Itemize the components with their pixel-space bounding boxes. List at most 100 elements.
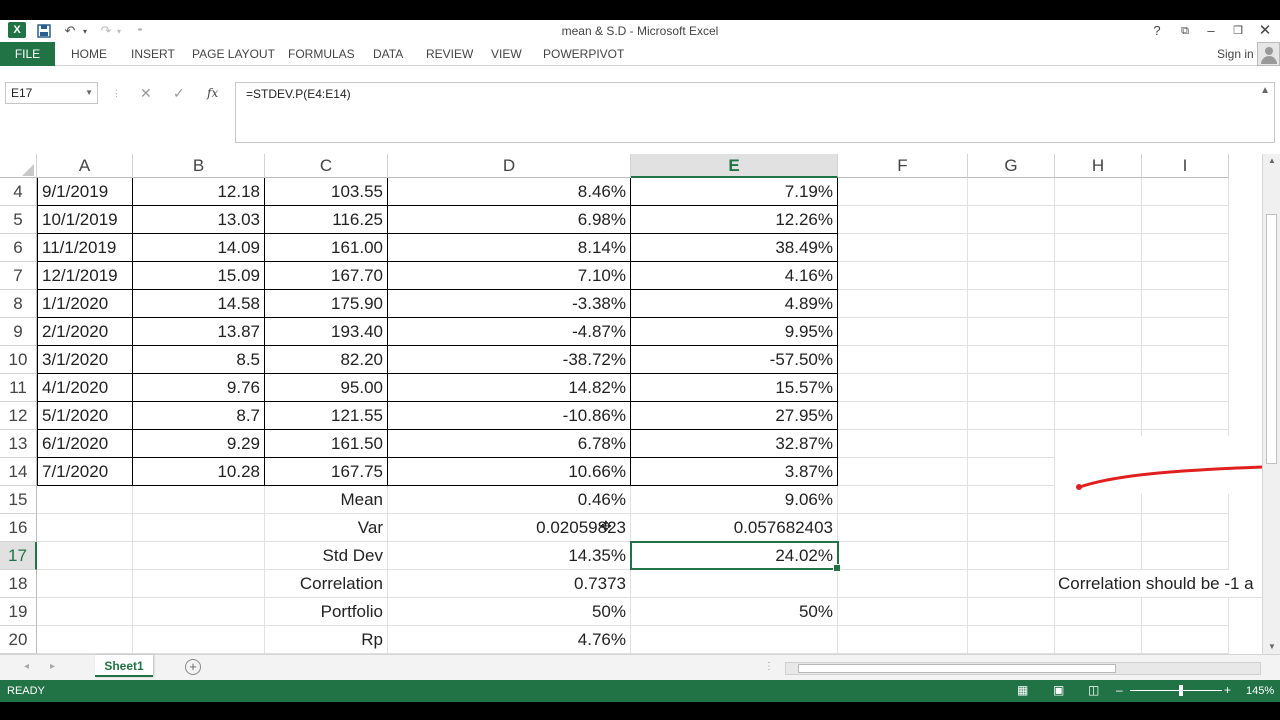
cell-c7[interactable]: 167.70 — [265, 262, 388, 290]
restore-icon[interactable]: ❐ — [1227, 21, 1249, 41]
cell-i5[interactable] — [1142, 206, 1229, 234]
cell-a18[interactable] — [37, 570, 133, 598]
cell-d6[interactable]: 8.14% — [388, 234, 631, 262]
row-header-4[interactable]: 4 — [0, 178, 37, 206]
cell-h8[interactable] — [1055, 290, 1142, 318]
row-header-20[interactable]: 20 — [0, 626, 37, 654]
cell-b9[interactable]: 13.87 — [133, 318, 265, 346]
cell-b18[interactable] — [133, 570, 265, 598]
cell-d18[interactable]: 0.7373 — [388, 570, 631, 598]
cell-f8[interactable] — [838, 290, 968, 318]
cell-f7[interactable] — [838, 262, 968, 290]
cell-a10[interactable]: 3/1/2020 — [37, 346, 133, 374]
cancel-icon[interactable]: ✕ — [140, 82, 152, 104]
cell-f19[interactable] — [838, 598, 968, 626]
cell-i17[interactable] — [1142, 542, 1229, 570]
cell-d12[interactable]: -10.86% — [388, 402, 631, 430]
cell-b12[interactable]: 8.7 — [133, 402, 265, 430]
cell-d5[interactable]: 6.98% — [388, 206, 631, 234]
cell-f14[interactable] — [838, 458, 968, 486]
tab-split-grip-icon[interactable]: ⋮ — [764, 661, 774, 672]
cell-a8[interactable]: 1/1/2020 — [37, 290, 133, 318]
cell-d4[interactable]: 8.46% — [388, 178, 631, 206]
scroll-down-icon[interactable]: ▼ — [1263, 642, 1280, 651]
cell-a5[interactable]: 10/1/2019 — [37, 206, 133, 234]
cell-h19[interactable] — [1055, 598, 1142, 626]
row-header-12[interactable]: 12 — [0, 402, 37, 430]
cell-a19[interactable] — [37, 598, 133, 626]
cell-g8[interactable] — [968, 290, 1055, 318]
cell-c6[interactable]: 161.00 — [265, 234, 388, 262]
cell-i20[interactable] — [1142, 626, 1229, 654]
page-break-view-icon[interactable]: ◫ — [1088, 683, 1099, 697]
cell-f20[interactable] — [838, 626, 968, 654]
cell-c13[interactable]: 161.50 — [265, 430, 388, 458]
cell-f15[interactable] — [838, 486, 968, 514]
cell-d20[interactable]: 4.76% — [388, 626, 631, 654]
cell-d7[interactable]: 7.10% — [388, 262, 631, 290]
cell-c19[interactable]: Portfolio — [265, 598, 388, 626]
sheet-tab-sheet1[interactable]: Sheet1 — [95, 655, 153, 677]
cell-c12[interactable]: 121.55 — [265, 402, 388, 430]
zoom-in-icon[interactable]: + — [1224, 683, 1231, 697]
cell-g18[interactable] — [968, 570, 1055, 598]
cell-f5[interactable] — [838, 206, 968, 234]
cell-g12[interactable] — [968, 402, 1055, 430]
cell-h9[interactable] — [1055, 318, 1142, 346]
cell-b14[interactable]: 10.28 — [133, 458, 265, 486]
cell-i11[interactable] — [1142, 374, 1229, 402]
cell-e5[interactable]: 12.26% — [631, 206, 838, 234]
cell-f13[interactable] — [838, 430, 968, 458]
cell-f10[interactable] — [838, 346, 968, 374]
avatar-icon[interactable] — [1257, 42, 1280, 66]
cell-d15[interactable]: 0.46% — [388, 486, 631, 514]
tab-formulas[interactable]: FORMULAS — [288, 47, 355, 61]
cell-e19[interactable]: 50% — [631, 598, 838, 626]
tab-view[interactable]: VIEW — [491, 47, 522, 61]
cell-e18[interactable] — [631, 570, 838, 598]
tab-page-layout[interactable]: PAGE LAYOUT — [192, 47, 275, 61]
row-header-7[interactable]: 7 — [0, 262, 37, 290]
tab-home[interactable]: HOME — [71, 47, 107, 61]
cell-a13[interactable]: 6/1/2020 — [37, 430, 133, 458]
cell-b10[interactable]: 8.5 — [133, 346, 265, 374]
cell-e15[interactable]: 9.06% — [631, 486, 838, 514]
cell-a7[interactable]: 12/1/2019 — [37, 262, 133, 290]
tab-review[interactable]: REVIEW — [426, 47, 473, 61]
formula-input[interactable]: =STDEV.P(E4:E14) ▲ — [235, 82, 1275, 143]
add-sheet-icon[interactable]: + — [185, 659, 201, 675]
zoom-slider-knob[interactable] — [1179, 685, 1183, 696]
cell-d8[interactable]: -3.38% — [388, 290, 631, 318]
cell-d19[interactable]: 50% — [388, 598, 631, 626]
cell-h18[interactable]: Correlation should be -1 a — [1055, 570, 1262, 598]
sign-in-link[interactable]: Sign in — [1217, 47, 1254, 61]
tab-data[interactable]: DATA — [373, 47, 403, 61]
row-header-6[interactable]: 6 — [0, 234, 37, 262]
cell-e16[interactable]: 0.057682403 — [631, 514, 838, 542]
cell-e20[interactable] — [631, 626, 838, 654]
cell-e10[interactable]: -57.50% — [631, 346, 838, 374]
row-header-16[interactable]: 16 — [0, 514, 37, 542]
next-sheet-icon[interactable]: ▸ — [50, 661, 55, 672]
cell-h7[interactable] — [1055, 262, 1142, 290]
zoom-level[interactable]: 145% — [1246, 685, 1274, 697]
cell-c17[interactable]: Std Dev — [265, 542, 388, 570]
cell-e11[interactable]: 15.57% — [631, 374, 838, 402]
row-header-5[interactable]: 5 — [0, 206, 37, 234]
page-layout-view-icon[interactable]: ▣ — [1053, 683, 1064, 697]
cell-c4[interactable]: 103.55 — [265, 178, 388, 206]
cell-f6[interactable] — [838, 234, 968, 262]
cell-g14[interactable] — [968, 458, 1055, 486]
cell-d10[interactable]: -38.72% — [388, 346, 631, 374]
vertical-scroll-thumb[interactable] — [1266, 214, 1277, 464]
insert-function-icon[interactable]: fx — [207, 82, 218, 104]
cell-f17[interactable] — [838, 542, 968, 570]
enter-icon[interactable]: ✓ — [173, 82, 185, 104]
cell-b7[interactable]: 15.09 — [133, 262, 265, 290]
cell-a4[interactable]: 9/1/2019 — [37, 178, 133, 206]
cell-d17[interactable]: 14.35% — [388, 542, 631, 570]
cell-h5[interactable] — [1055, 206, 1142, 234]
row-header-19[interactable]: 19 — [0, 598, 37, 626]
cell-e12[interactable]: 27.95% — [631, 402, 838, 430]
cell-i8[interactable] — [1142, 290, 1229, 318]
